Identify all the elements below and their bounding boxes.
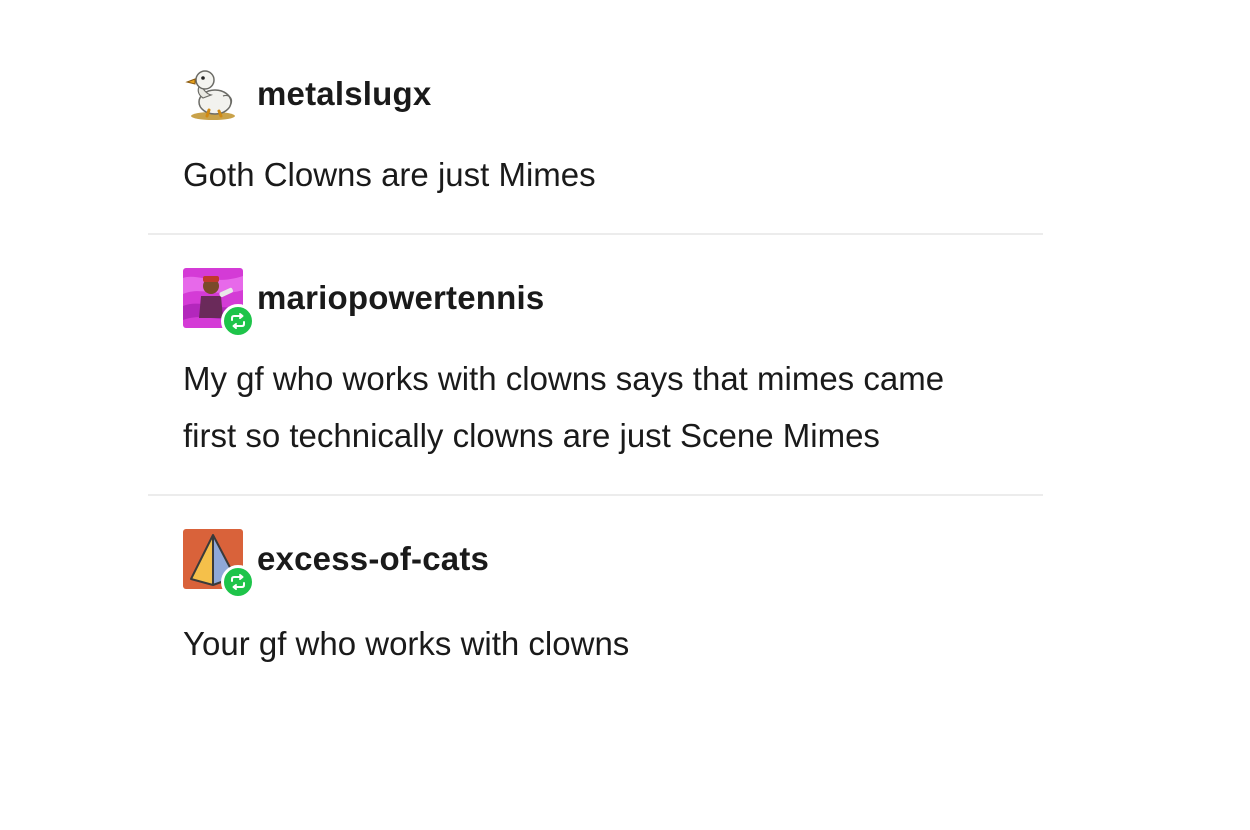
avatar[interactable] <box>183 268 255 338</box>
reblog-badge <box>221 304 255 338</box>
post-header: metalslugx <box>183 64 1043 124</box>
post-header: excess-of-cats <box>183 529 1043 599</box>
username-link[interactable]: mariopowertennis <box>257 279 544 317</box>
username-link[interactable]: metalslugx <box>257 75 431 113</box>
reblog-thread: metalslugx Goth Clowns are just Mimes ma… <box>148 0 1043 672</box>
avatar[interactable] <box>183 529 255 599</box>
post-body-text: Goth Clowns are just Mimes <box>183 156 596 193</box>
reblog-badge <box>221 565 255 599</box>
username-link[interactable]: excess-of-cats <box>257 540 489 578</box>
reblog-icon <box>231 313 245 329</box>
post-header: mariopowertennis <box>183 268 1043 338</box>
post: mariopowertennis My gf who works with cl… <box>148 235 1043 494</box>
reblog-icon <box>231 574 245 590</box>
post: metalslugx Goth Clowns are just Mimes <box>148 0 1043 233</box>
avatar[interactable] <box>183 64 243 124</box>
post-body-text: My gf who works with clowns says that mi… <box>183 360 945 454</box>
duck-avatar-icon <box>185 70 235 120</box>
post-body-text: Your gf who works with clowns <box>183 625 630 662</box>
post: excess-of-cats Your gf who works with cl… <box>148 496 1043 672</box>
